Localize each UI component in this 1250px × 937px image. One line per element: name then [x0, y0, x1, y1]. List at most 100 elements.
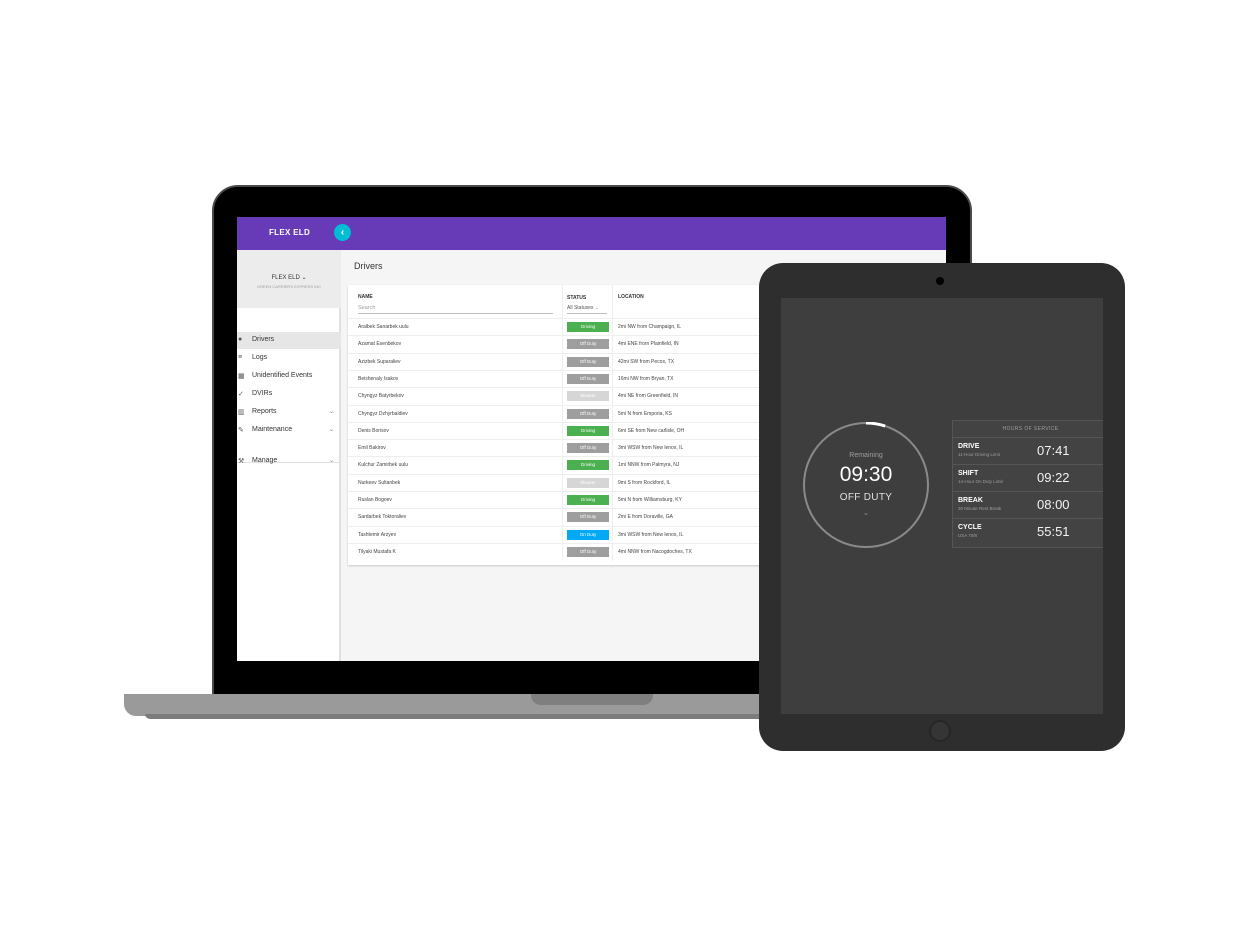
driver-location: 9mi S from Rockford, IL	[618, 479, 671, 486]
page-title: Drivers	[354, 261, 383, 271]
app-brand[interactable]: FLEX ELD	[269, 228, 310, 237]
status-filter-select[interactable]: All Statuses ⌄	[567, 305, 607, 311]
hos-name: SHIFT	[958, 470, 979, 477]
driver-name[interactable]: Nurkeev Sultanbek	[358, 480, 400, 486]
status-badge: Driving	[567, 322, 609, 332]
column-header-name[interactable]: NAME	[358, 294, 373, 300]
sidebar-item-label: Unidentified Events	[252, 372, 313, 379]
tools-icon: ⚒	[238, 458, 245, 465]
driver-name[interactable]: Ruslan Bogoev	[358, 497, 392, 503]
duty-status-button[interactable]: OFF DUTY	[803, 492, 929, 503]
hos-value: 08:00	[1037, 497, 1070, 512]
driver-location: 3mi WSW from New lenox, IL	[618, 531, 684, 538]
status-badge: Off Duty	[567, 512, 609, 523]
chevron-down-icon: ⌄	[329, 427, 335, 433]
driver-name[interactable]: Aralbek Sanarbek uulu	[358, 324, 409, 330]
camera-icon	[936, 277, 944, 285]
column-header-status[interactable]: STATUS	[567, 295, 586, 301]
driver-location: 4mi NE from Greenfield, IN	[618, 393, 679, 400]
driver-name[interactable]: Chyngyz Dzhyrbaldiev	[358, 411, 408, 417]
calendar-icon: ▦	[238, 373, 245, 380]
hos-sub: 30 Minute Rest Break	[958, 506, 1002, 511]
driver-name[interactable]: Beishenaly Isakov	[358, 376, 398, 382]
driver-location: 5mi N from Williamsburg, KY	[618, 497, 682, 503]
driver-name[interactable]: Denis Borisov	[358, 428, 389, 434]
driver-name[interactable]: Tashtemir Arzyev	[358, 532, 396, 538]
sidebar-item-dvirs[interactable]: ✓ DVIRs	[237, 386, 341, 403]
driver-location: 2mi E from Doraville, GA	[618, 514, 674, 521]
sidebar-item-maintenance[interactable]: ✎ Maintenance ⌄	[237, 422, 341, 439]
driver-location: 5mi N from Emporia, KS	[618, 410, 672, 417]
driver-location: 3mi WSW from New lenox, IL	[618, 445, 684, 452]
person-icon: ●	[238, 336, 243, 343]
status-underline	[567, 313, 607, 314]
home-button[interactable]	[929, 720, 951, 742]
org-subtitle: GREEN CARRIERS EXPRESS INC	[256, 284, 321, 289]
hos-row-drive: DRIVE 11-Hour Driving Limit 07:41	[953, 437, 1103, 465]
laptop-base	[124, 694, 804, 716]
status-badge: Driving	[567, 425, 609, 436]
sidebar-item-reports[interactable]: ▥ Reports ⌄	[237, 404, 341, 421]
hos-sub: USA 70/8	[958, 533, 978, 538]
driver-name[interactable]: Chyngyz Batyrbekov	[358, 393, 404, 399]
remaining-time: 09:30	[839, 463, 893, 486]
hos-row-shift: SHIFT 14-Hour On Duty Limit 09:22	[953, 464, 1103, 492]
status-badge: Off Duty	[567, 373, 609, 384]
status-badge: Sleeper	[567, 391, 609, 402]
hos-sub: 14-Hour On Duty Limit	[958, 479, 1003, 484]
laptop-notch	[531, 694, 653, 705]
driver-name[interactable]: Tilyaki Mustafa K	[358, 549, 396, 555]
hos-header: HOURS OF SERVICE	[953, 421, 1103, 438]
status-badge: Off Duty	[567, 356, 609, 367]
chart-icon: ▥	[238, 409, 245, 416]
sidebar-item-label: Logs	[252, 354, 268, 361]
app-topbar: FLEX ELD ‹	[237, 217, 946, 250]
search-underline	[358, 313, 553, 314]
check-icon: ✓	[238, 391, 244, 398]
driver-name[interactable]: Kulchur Zamirbek uulu	[358, 462, 408, 468]
chevron-down-icon[interactable]: ⌄	[803, 508, 929, 517]
driver-location: 16mi NW from Bryan, TX	[618, 375, 674, 382]
chevron-down-icon: ⌄	[329, 409, 335, 415]
sidebar-item-logs[interactable]: ≡ Logs	[237, 350, 341, 367]
sidebar-item-label: Drivers	[252, 336, 275, 343]
driver-location: 4mi NNW from Nacogdoches, TX	[618, 548, 692, 555]
laptop-base-edge	[145, 714, 805, 719]
sidebar-item-label: Reports	[252, 408, 277, 415]
status-badge: Driving	[567, 495, 609, 505]
sidebar-item-unidentified-events[interactable]: ▦ Unidentified Events	[237, 368, 341, 385]
status-badge: Driving	[567, 460, 609, 471]
list-icon: ≡	[238, 354, 243, 361]
hos-name: BREAK	[958, 497, 983, 504]
chevron-down-icon: ⌄	[329, 458, 335, 464]
driver-name[interactable]: Sardarbek Toktoraliev	[358, 514, 406, 520]
driver-name[interactable]: Azizbek Suparaliev	[358, 359, 401, 365]
driver-name[interactable]: Emil Bakirov	[358, 445, 386, 451]
sidebar-item-label: DVIRs	[252, 390, 273, 397]
driver-location: 6mi SE from New carlisle, OH	[618, 427, 685, 434]
driver-location: 2mi NW from Champaign, IL	[618, 324, 682, 330]
hos-name: CYCLE	[958, 524, 982, 531]
org-selector[interactable]: FLEX ELD ⌄ GREEN CARRIERS EXPRESS INC	[237, 250, 341, 308]
status-badge: On Duty	[567, 529, 609, 540]
collapse-sidebar-button[interactable]: ‹	[334, 224, 351, 241]
driver-location: 42mi SW from Pecos, TX	[618, 358, 675, 365]
sidebar-item-manage[interactable]: ⚒ Manage ⌄	[237, 453, 341, 470]
chevron-down-icon: ⌄	[594, 305, 599, 311]
status-badge: Off Duty	[567, 546, 609, 557]
remaining-label: Remaining	[849, 452, 883, 459]
sidebar-item-label: Maintenance	[252, 426, 293, 433]
hours-of-service-panel: HOURS OF SERVICE DRIVE 11-Hour Driving L…	[952, 420, 1103, 548]
status-badge: Off Duty	[567, 339, 609, 350]
driver-location: 4mi ENE from Plainfield, IN	[618, 341, 679, 348]
tablet-screen: Remaining 09:30 OFF DUTY ⌄ HOURS OF SERV…	[781, 298, 1103, 714]
driver-name[interactable]: Azamat Esenbekov	[358, 341, 401, 347]
column-header-location[interactable]: LOCATION	[618, 294, 644, 300]
hos-row-cycle: CYCLE USA 70/8 55:51	[953, 518, 1103, 545]
hos-value: 55:51	[1037, 524, 1070, 539]
sidebar-item-drivers[interactable]: ● Drivers	[237, 332, 341, 349]
status-badge: Off Duty	[567, 443, 609, 454]
name-search-input[interactable]: Search	[358, 305, 375, 311]
sidebar: FLEX ELD ⌄ GREEN CARRIERS EXPRESS INC ● …	[237, 250, 341, 661]
hos-sub: 11-Hour Driving Limit	[958, 452, 1000, 457]
